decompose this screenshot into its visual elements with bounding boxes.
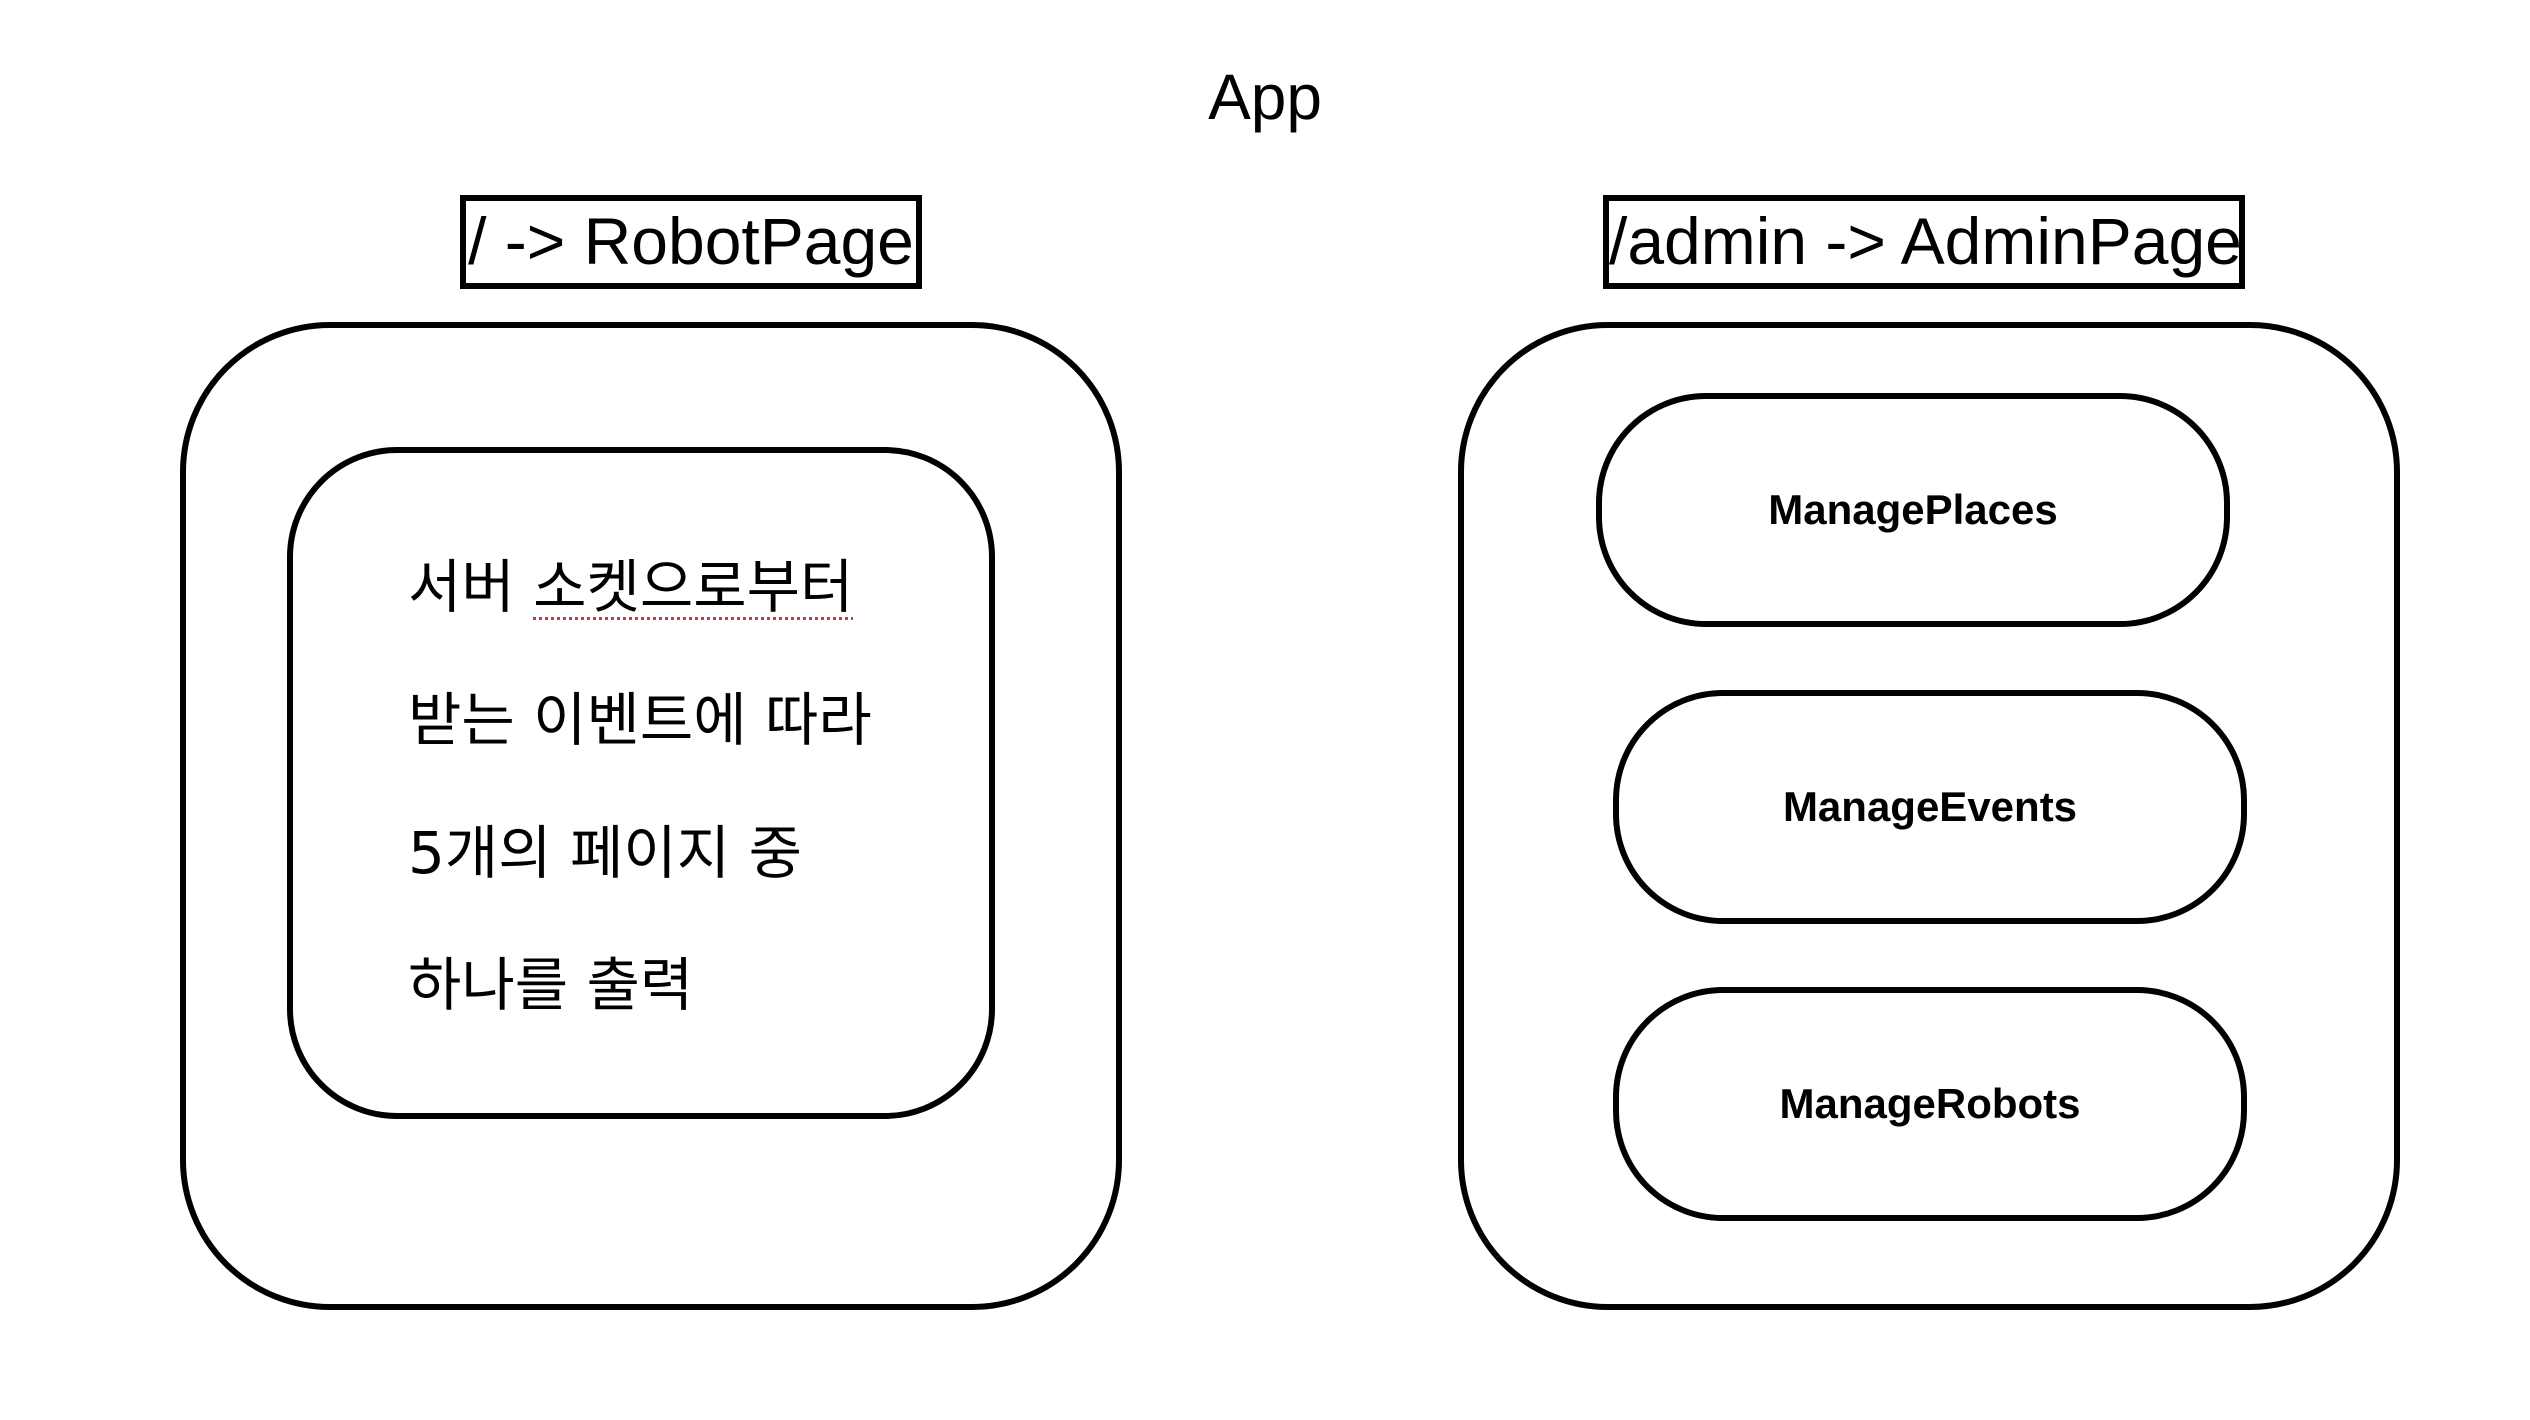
robot-page-description-line: 5개의 페이지 중 (408, 803, 968, 903)
manage-places-box: ManagePlaces (1596, 393, 2230, 627)
robot-page-route-label: / -> RobotPage (460, 195, 922, 289)
robot-page-description-line: 서버 소켓으로부터 (408, 537, 968, 637)
robot-page-description-line: 받는 이벤트에 따라 (408, 670, 968, 770)
manage-places-label: ManagePlaces (1768, 486, 2058, 533)
admin-page-route-label: /admin -> AdminPage (1603, 195, 2245, 289)
manage-events-box: ManageEvents (1613, 690, 2247, 924)
app-title: App (1208, 61, 1322, 133)
description-text: 서버 (408, 553, 534, 621)
description-text: 하나를 출력 (408, 951, 694, 1019)
description-text-underlined: 소켓으로부터 (533, 553, 854, 621)
description-text: 받는 이벤트에 따라 (408, 686, 872, 754)
description-text: 5개의 페이지 중 (408, 819, 802, 887)
manage-robots-label: ManageRobots (1779, 1080, 2081, 1127)
manage-robots-box: ManageRobots (1613, 987, 2247, 1221)
manage-events-label: ManageEvents (1782, 783, 2078, 830)
robot-page-description-line: 하나를 출력 (408, 935, 968, 1035)
